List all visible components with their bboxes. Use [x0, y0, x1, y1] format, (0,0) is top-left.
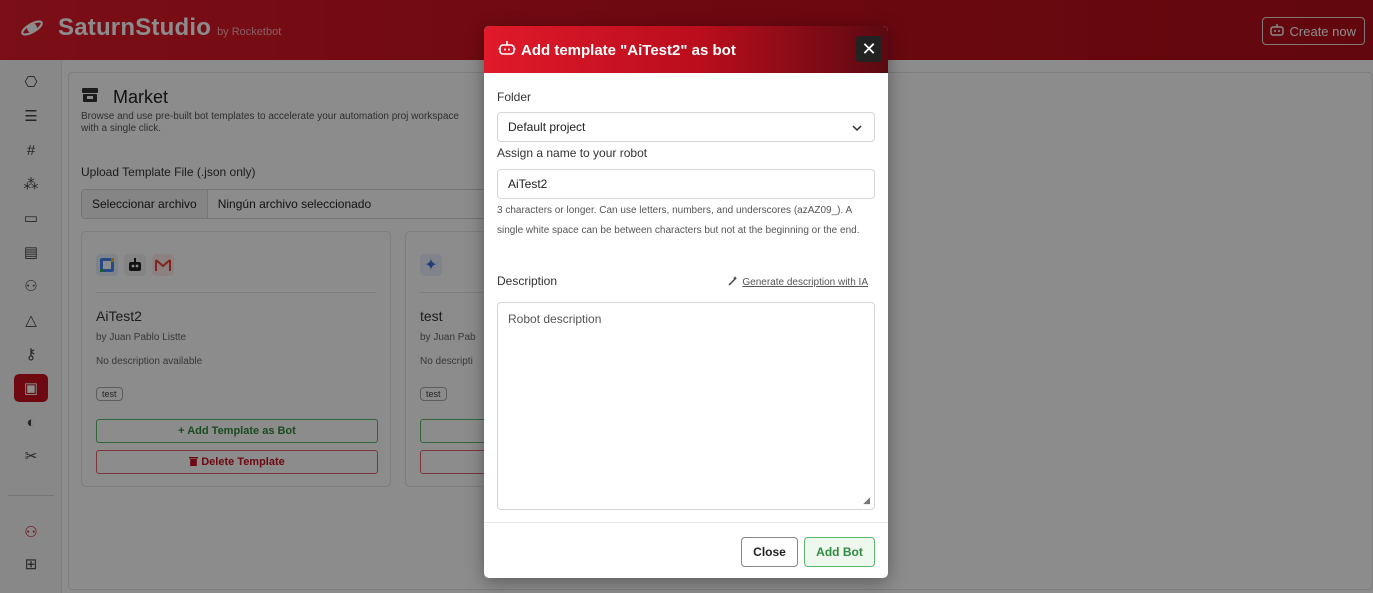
- modal-footer-divider: [484, 522, 888, 523]
- generate-description-label: Generate description with IA: [742, 277, 868, 288]
- add-template-modal: Add template "AiTest2" as bot ✕ Folder D…: [484, 26, 888, 578]
- robot-name-input[interactable]: AiTest2: [497, 169, 875, 199]
- resize-handle-icon[interactable]: ◢: [863, 495, 870, 506]
- folder-label: Folder: [497, 90, 532, 104]
- close-button[interactable]: Close: [741, 537, 798, 567]
- add-bot-button[interactable]: Add Bot: [804, 537, 875, 567]
- description-placeholder: Robot description: [508, 312, 602, 326]
- generate-description-link[interactable]: Generate description with IA: [728, 276, 868, 289]
- modal-header: Add template "AiTest2" as bot ✕: [484, 26, 888, 73]
- description-label: Description: [497, 274, 558, 288]
- magic-wand-icon: [728, 276, 738, 289]
- folder-select[interactable]: Default project: [497, 112, 875, 142]
- robot-icon: [498, 40, 516, 60]
- description-textarea[interactable]: Robot description ◢: [497, 302, 875, 510]
- robot-name-label: Assign a name to your robot: [497, 146, 648, 160]
- robot-name-help: 3 characters or longer. Can use letters,…: [497, 205, 860, 236]
- modal-title-text: Add template "AiTest2" as bot: [521, 41, 736, 59]
- modal-title: Add template "AiTest2" as bot: [498, 40, 736, 60]
- close-icon[interactable]: ✕: [856, 36, 882, 62]
- chevron-down-icon: [852, 120, 862, 134]
- folder-select-value: Default project: [508, 120, 586, 134]
